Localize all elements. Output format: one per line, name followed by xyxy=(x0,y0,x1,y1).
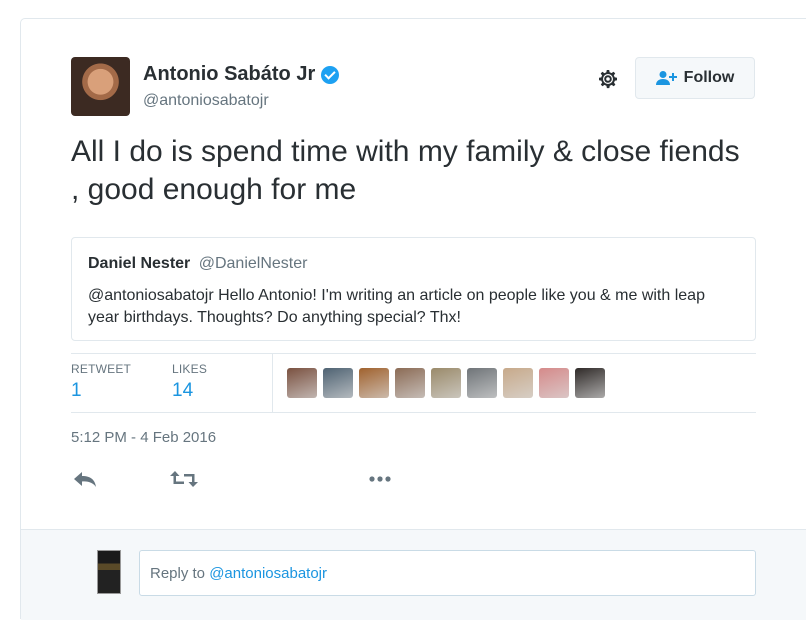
likes-stat[interactable]: LIKES 14 xyxy=(172,362,207,402)
liker-avatar-9[interactable] xyxy=(575,368,605,398)
reply-area: Reply to @antoniosabatojr xyxy=(21,529,806,620)
gear-icon[interactable] xyxy=(596,67,620,91)
tweet-timestamp[interactable]: 5:12 PM - 4 Feb 2016 xyxy=(71,429,216,446)
tweet-card: Antonio Sabáto Jr @antoniosabatojr Follo… xyxy=(20,18,806,620)
liker-avatar-4[interactable] xyxy=(395,368,425,398)
quoted-tweet-header: Daniel Nester @DanielNester xyxy=(88,255,739,273)
reply-user-avatar xyxy=(97,550,121,594)
author-name-row: Antonio Sabáto Jr xyxy=(143,63,340,86)
retweet-count: 1 xyxy=(71,380,82,401)
liker-avatar-2[interactable] xyxy=(323,368,353,398)
liker-avatar-5[interactable] xyxy=(431,368,461,398)
liker-avatars xyxy=(287,368,605,398)
quoted-tweet[interactable]: Daniel Nester @DanielNester @antoniosaba… xyxy=(71,237,756,341)
likes-count: 14 xyxy=(172,380,194,401)
reply-mention: @antoniosabatojr xyxy=(209,565,328,582)
more-icon[interactable] xyxy=(365,467,395,491)
liker-avatar-6[interactable] xyxy=(467,368,497,398)
tweet-text: All I do is spend time with my family & … xyxy=(71,135,740,206)
retweet-icon[interactable] xyxy=(169,467,199,491)
reply-icon[interactable] xyxy=(71,467,101,491)
likes-stat-label: LIKES xyxy=(172,362,208,376)
stats-divider xyxy=(272,354,273,412)
retweet-stat[interactable]: RETWEET 1 xyxy=(71,362,131,402)
add-user-icon xyxy=(655,71,677,85)
author-name[interactable]: Antonio Sabáto Jr xyxy=(143,63,315,86)
author-handle[interactable]: @antoniosabatojr xyxy=(143,92,269,110)
quoted-author-handle: @DanielNester xyxy=(198,255,308,272)
quoted-author-name: Daniel Nester xyxy=(88,255,191,272)
retweet-stat-label: RETWEET xyxy=(71,362,132,376)
quoted-tweet-text: @antoniosabatojr Hello Antonio! I'm writ… xyxy=(88,287,705,326)
reply-input[interactable]: Reply to @antoniosabatojr xyxy=(139,550,756,596)
follow-label: Follow xyxy=(683,69,735,86)
liker-avatar-1[interactable] xyxy=(287,368,317,398)
liker-avatar-3[interactable] xyxy=(359,368,389,398)
reply-prefix: Reply to xyxy=(150,565,210,582)
follow-button[interactable]: Follow xyxy=(635,57,755,99)
liker-avatar-8[interactable] xyxy=(539,368,569,398)
tweet-stats: RETWEET 1 LIKES 14 xyxy=(71,353,756,413)
author-avatar[interactable] xyxy=(71,57,130,116)
verified-badge-icon xyxy=(321,65,340,84)
liker-avatar-7[interactable] xyxy=(503,368,533,398)
